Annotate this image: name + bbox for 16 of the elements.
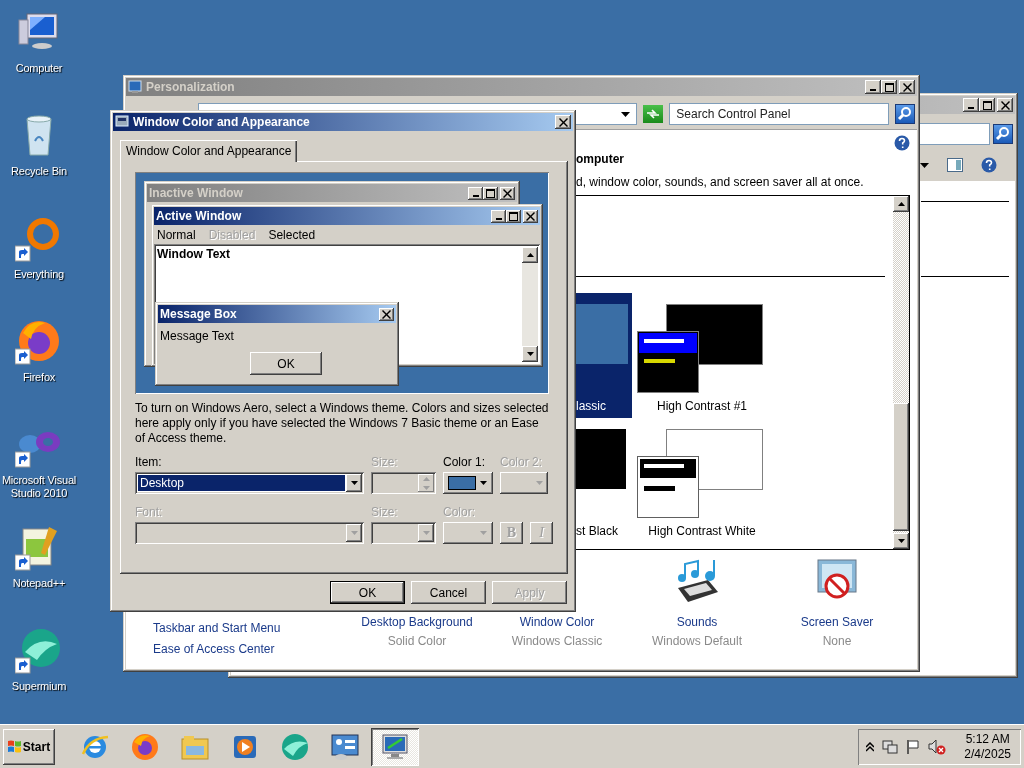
page-heading: omputer [576,152,625,166]
window-title: Message Box [160,307,237,321]
info-text: To turn on Windows Aero, select a Windows theme. Colors and sizes selected here apply only if you have selected the Windows 7 Basic theme or an Ease of Access theme. [135,401,549,446]
window-title: Active Window [156,209,242,223]
field-label: Item: [135,455,162,469]
message-text: Message Text [159,328,235,345]
window-text: Window Text [157,247,230,261]
window-title: Window Color and Appearance [133,115,310,129]
window-title: Inactive Window [149,186,243,200]
setting-value: Windows Default [651,634,742,648]
window-title: Personalization [146,80,235,94]
field-label: Color 1: [443,455,486,469]
page-description: d, window color, sounds, and screen saver all at once. [576,175,865,189]
setting-value: Windows Classic [511,634,603,648]
setting-value: None [822,634,852,648]
setting-value: Solid Color [387,634,447,648]
